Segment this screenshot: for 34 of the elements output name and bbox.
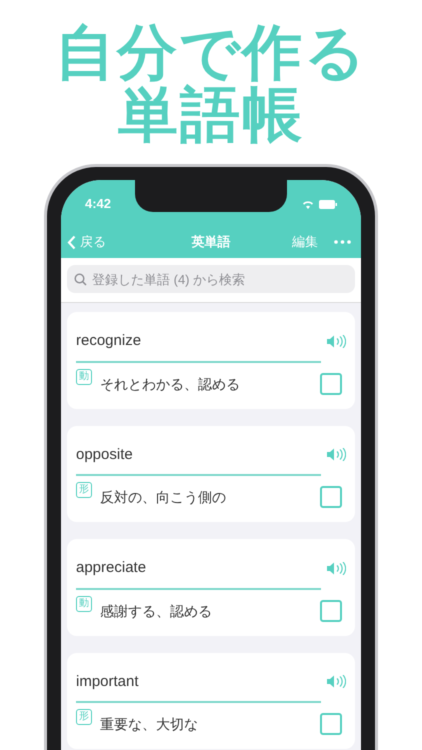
meaning-text: それとわかる、認める (100, 374, 241, 394)
part-of-speech-tag: 動 (76, 368, 92, 384)
checkbox[interactable] (320, 600, 342, 622)
search-icon (74, 273, 87, 286)
word-text: important (76, 672, 139, 692)
word-card[interactable]: important 形 重要な、大切な (67, 652, 355, 749)
wifi-icon (302, 200, 314, 208)
meaning-text: 反対の、向こう側の (100, 488, 227, 507)
word-card[interactable]: appreciate 動 感謝する、認める (67, 539, 355, 636)
more-icon[interactable] (334, 240, 351, 244)
meaning-text: 感謝する、認める (100, 602, 213, 620)
checkbox[interactable] (320, 372, 342, 394)
speaker-icon[interactable] (327, 334, 346, 348)
meaning-text: 重要な、大切な (100, 715, 199, 734)
battery-icon (319, 200, 337, 208)
part-of-speech-tag: 形 (76, 709, 92, 725)
word-card[interactable]: opposite 形 反対の、向こう側の (67, 426, 355, 522)
speaker-icon[interactable] (327, 675, 346, 688)
search-field[interactable]: 登録した単語 (4) から検索 (67, 265, 355, 293)
speaker-icon[interactable] (327, 562, 346, 575)
checkbox[interactable] (320, 713, 342, 735)
headline: 自分で作る (55, 22, 367, 84)
part-of-speech-tag: 形 (76, 482, 92, 498)
chevron-left-icon (67, 234, 76, 250)
word-text: appreciate (76, 558, 146, 578)
part-of-speech-tag: 動 (76, 596, 92, 612)
status-time: 4:42 (85, 195, 112, 214)
word-text: recognize (76, 331, 142, 351)
headline: 単語帳 (118, 84, 304, 146)
nav-title: 英単語 (190, 233, 232, 252)
word-text: opposite (76, 444, 133, 464)
checkbox[interactable] (320, 486, 342, 508)
speaker-icon[interactable] (327, 448, 346, 462)
word-card[interactable]: recognize 動 それとわかる、認める (67, 312, 355, 408)
